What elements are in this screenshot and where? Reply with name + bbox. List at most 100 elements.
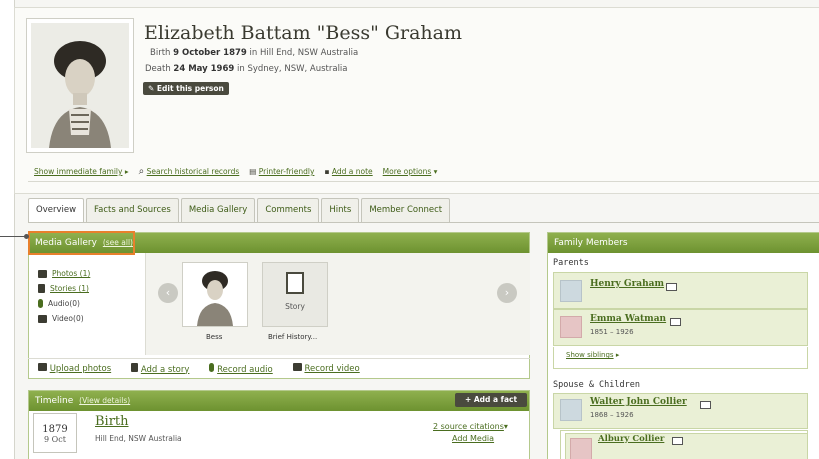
media-thumb-photo[interactable] [182,262,248,327]
tab-overview[interactable]: Overview [28,198,85,223]
camera-icon [38,269,47,278]
upload-photos-link[interactable]: Upload photos [38,363,111,374]
media-stories-item[interactable]: Stories (1) [38,281,90,296]
camera-icon [38,363,47,371]
microphone-icon [209,362,215,372]
id-card-icon[interactable] [670,318,681,326]
timeline-header: Timeline (View details) [29,391,529,411]
media-audio-label: Audio(0) [48,299,80,308]
triangle-right-icon: ▸ [124,167,129,176]
media-audio-item[interactable]: Audio(0) [38,296,90,311]
add-story-link[interactable]: Add a story [131,362,189,375]
add-media-link[interactable]: Add Media [452,434,494,443]
portrait-image [31,23,129,148]
show-family-link[interactable]: Show immediate family ▸ [34,167,129,176]
profile-tabs: Overview Facts and Sources Media Gallery… [28,198,452,223]
death-date: 24 May 1969 [173,64,235,74]
document-icon [38,284,45,293]
female-avatar-icon [560,316,582,338]
mother-name-link[interactable]: Emma Watman [590,314,666,324]
edit-person-button[interactable]: ✎ Edit this person [143,82,229,95]
record-audio-link[interactable]: Record audio [209,362,273,375]
printer-friendly-link[interactable]: ▤ Printer-friendly [249,167,314,176]
event-date: 9 Oct [44,435,66,444]
media-actions-bar: Upload photos Add a story Record audio R… [28,358,530,378]
chevron-left-icon: ‹ [165,286,171,299]
thumb-portrait-image [183,263,247,326]
record-audio-label: Record audio [217,364,273,375]
media-video-item[interactable]: Video(0) [38,311,90,326]
event-title-link[interactable]: Birth [95,414,129,429]
media-stories-label: Stories (1) [50,284,89,293]
spouse-years: 1868 – 1926 [590,411,634,419]
printer-icon: ▤ [249,167,257,176]
carousel-next-button[interactable]: › [497,283,517,303]
story-document-icon [286,272,304,294]
male-avatar-icon [560,280,582,302]
tab-facts-and-sources[interactable]: Facts and Sources [86,198,179,222]
death-place: Sydney, NSW, Australia [247,64,348,74]
microphone-icon [38,299,43,308]
record-video-label: Record video [304,364,360,374]
tab-media-gallery[interactable]: Media Gallery [180,198,256,222]
id-card-icon[interactable] [700,401,711,409]
id-card-icon[interactable] [672,437,683,445]
birth-label: Birth [150,48,171,58]
death-in: in [237,64,245,74]
search-records-link[interactable]: ⌕ Search historical records [139,166,240,177]
father-name-link[interactable]: Henry Graham [590,279,664,289]
tab-member-connect[interactable]: Member Connect [361,198,451,222]
video-icon [292,363,302,371]
pencil-icon: ✎ [148,84,155,93]
triangle-right-icon: ▸ [615,351,620,359]
media-thumb-story-caption: Brief History... [268,333,318,341]
father-name: Henry Graham [590,279,665,289]
carousel-prev-button[interactable]: ‹ [158,283,178,303]
add-fact-label: Add a fact [473,395,518,404]
document-icon [131,362,139,372]
video-icon [38,314,47,323]
show-siblings-link[interactable]: Show siblings ▸ [566,351,619,359]
view-details-link[interactable]: (View details) [79,396,130,405]
more-options-link[interactable]: More options ▾ [383,167,438,176]
person-portrait[interactable] [26,18,134,153]
birth-date: 9 October 1879 [173,48,247,58]
chevron-right-icon: › [504,286,510,299]
note-icon: ▪ [324,167,330,176]
plus-icon: + [464,395,472,404]
media-thumb-story[interactable]: Story [262,262,328,327]
media-gallery-callout [28,231,135,255]
source-citations-link[interactable]: 2 source citations▾ [433,422,508,431]
add-fact-button[interactable]: + Add a fact [455,393,527,407]
media-photos-item[interactable]: Photos (1) [38,266,90,281]
tabs-baseline [28,222,819,223]
add-note-link[interactable]: ▪ Add a note [324,167,372,176]
child-name-link[interactable]: Albury Collier [598,434,664,444]
spouse-name-link[interactable]: Walter John Collier [590,397,687,407]
person-name: Elizabeth Battam "Bess" Graham [144,22,463,44]
parent-card-father[interactable] [553,272,808,309]
media-thumb-photo-caption: Bess [206,333,223,341]
record-video-link[interactable]: Record video [292,363,360,374]
header-divider [28,181,819,182]
tab-comments[interactable]: Comments [257,198,320,222]
birth-fact: Birth 9 October 1879 in Hill End, NSW Au… [150,48,358,58]
source-citations-label: 2 source citations [433,422,504,431]
printer-friendly-label: Printer-friendly [258,167,315,176]
birth-in: in [249,48,258,58]
id-card-icon[interactable] [666,283,677,291]
event-year: 1879 [42,424,68,435]
chevron-down-icon: ▾ [433,167,438,176]
timeline-title: Timeline [35,396,74,406]
spouse-name: Walter John Collier [590,397,687,407]
show-family-label: Show immediate family [34,167,123,176]
media-video-label: Video(0) [52,314,84,323]
mother-name: Emma Watman [590,314,667,324]
edit-person-label: Edit this person [156,84,224,93]
upload-photos-label: Upload photos [49,364,112,374]
birth-place: Hill End, NSW Australia [259,48,359,58]
show-siblings-label: Show siblings [566,351,614,359]
tab-hints[interactable]: Hints [321,198,360,222]
event-place: Hill End, NSW Australia [95,434,182,443]
mother-years: 1851 – 1926 [590,328,634,336]
